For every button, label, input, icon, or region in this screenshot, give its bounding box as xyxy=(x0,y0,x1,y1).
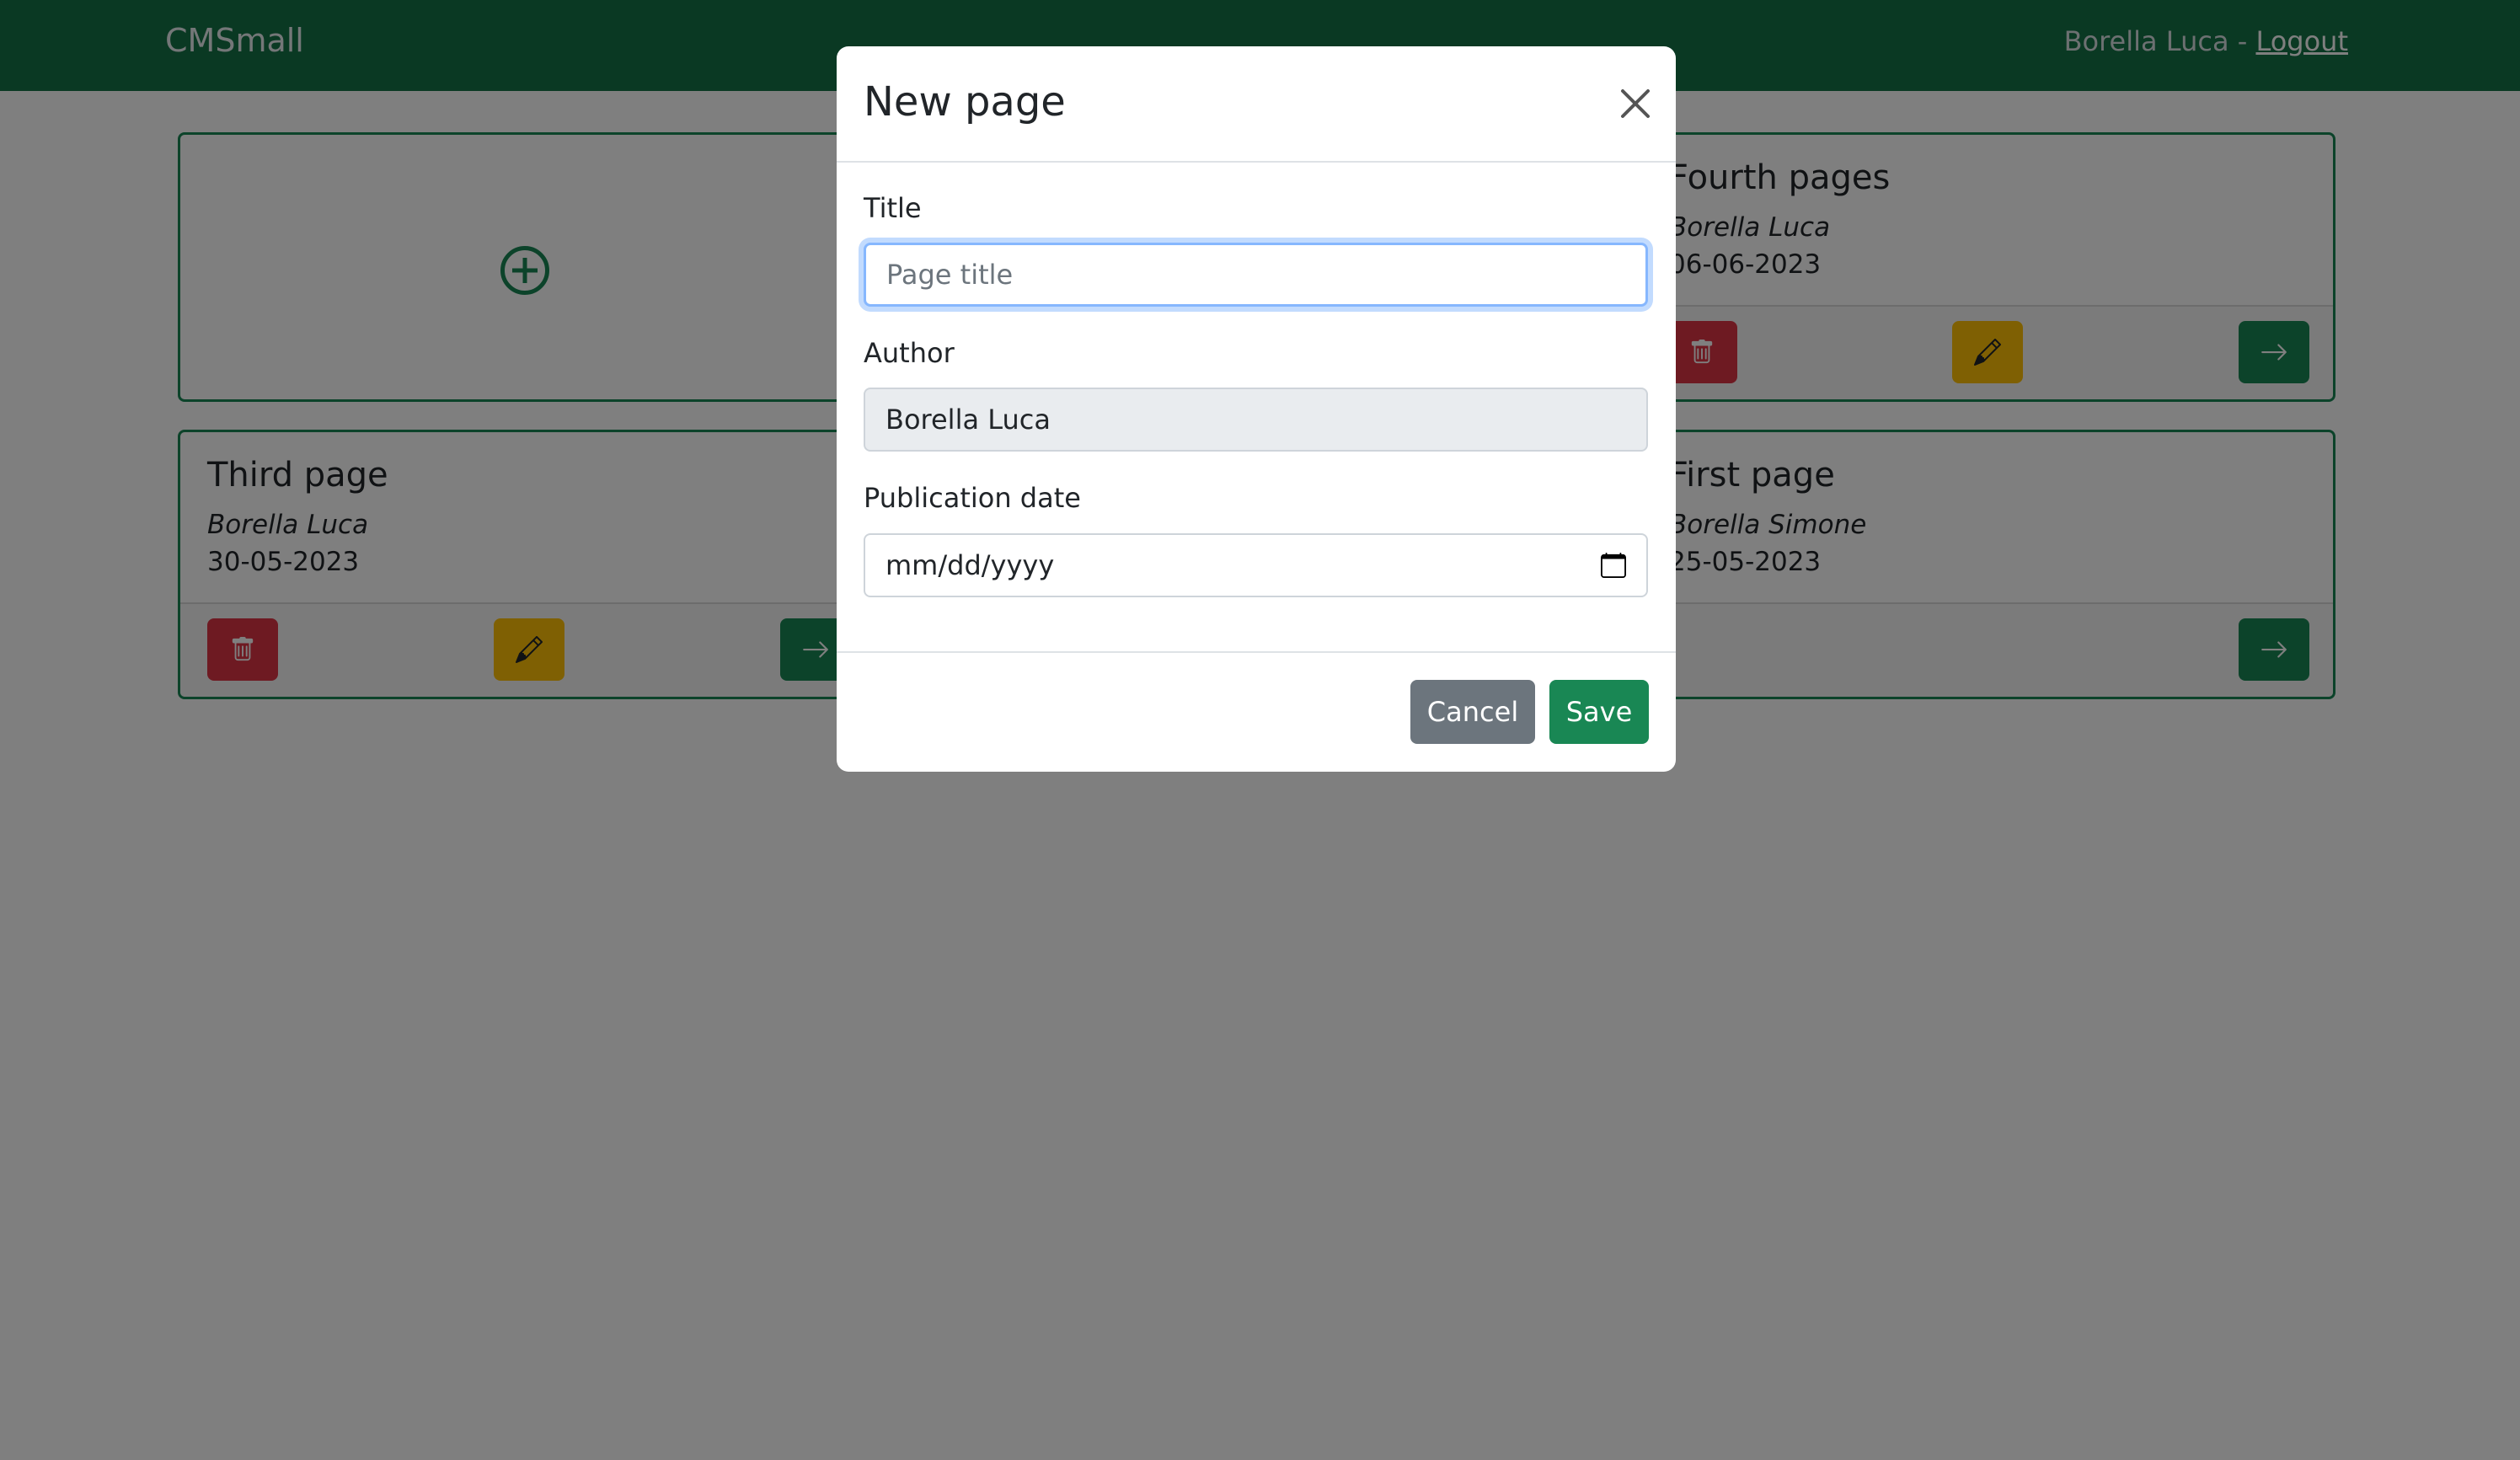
date-placeholder: mm/dd/yyyy xyxy=(885,549,1055,581)
calendar-icon[interactable] xyxy=(1601,553,1626,578)
author-label: Author xyxy=(864,337,955,369)
close-icon xyxy=(1621,89,1650,118)
title-label: Title xyxy=(864,192,922,224)
title-input[interactable] xyxy=(886,259,1625,291)
new-page-modal: New page Title Author Borella Luca Publi… xyxy=(837,46,1676,772)
publication-date-input[interactable]: mm/dd/yyyy xyxy=(864,533,1648,597)
author-value: Borella Luca xyxy=(885,404,1051,436)
modal-footer: Cancel Save xyxy=(837,651,1676,772)
cancel-button[interactable]: Cancel xyxy=(1410,680,1535,744)
close-button[interactable] xyxy=(1617,85,1654,122)
author-field: Borella Luca xyxy=(864,388,1648,452)
modal-title: New page xyxy=(864,78,1066,126)
modal-header: New page xyxy=(837,46,1676,163)
publication-date-label: Publication date xyxy=(864,482,1081,514)
save-button[interactable]: Save xyxy=(1549,680,1649,744)
title-field[interactable] xyxy=(864,243,1648,307)
